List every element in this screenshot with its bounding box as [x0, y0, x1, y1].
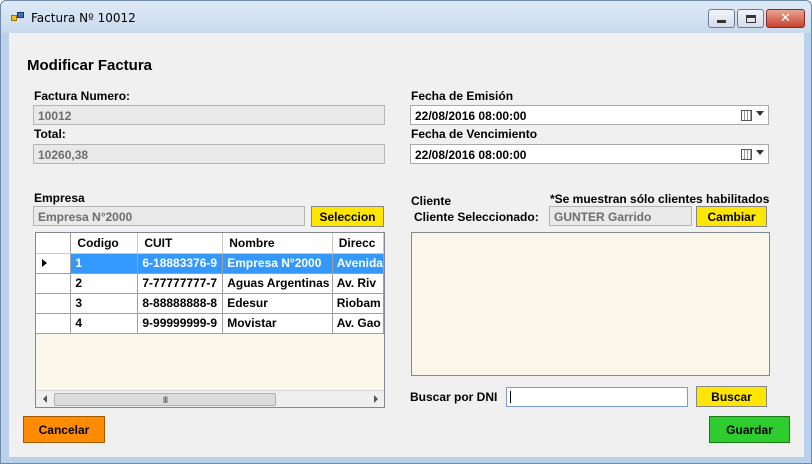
form-body: Modificar Factura Factura Numero: 10012 …: [9, 33, 804, 457]
window-title: Factura Nº 10012: [31, 11, 136, 25]
column-header-cuit[interactable]: CUIT: [137, 233, 224, 254]
row-header[interactable]: [36, 313, 72, 334]
factura-numero-label: Factura Numero:: [34, 89, 131, 103]
cell-codigo[interactable]: 3: [70, 293, 139, 314]
chevron-down-icon[interactable]: [756, 150, 764, 155]
scroll-right-button[interactable]: [367, 391, 384, 407]
cell-codigo[interactable]: 2: [70, 273, 139, 294]
chevron-down-icon[interactable]: [756, 111, 764, 116]
grid-horizontal-scrollbar[interactable]: III: [36, 390, 384, 407]
cell-cuit[interactable]: 9-99999999-9: [137, 313, 224, 334]
column-header-nombre[interactable]: Nombre: [222, 233, 333, 254]
cell-nombre[interactable]: Empresa N°2000: [222, 253, 333, 274]
cell-codigo[interactable]: 4: [70, 313, 139, 334]
scroll-thumb[interactable]: III: [54, 393, 276, 406]
empresa-label: Empresa: [34, 191, 85, 205]
close-icon: ✕: [780, 11, 791, 26]
fecha-emision-picker[interactable]: 22/08/2016 08:00:00: [410, 105, 769, 125]
table-row[interactable]: 4 9-99999999-9 Movistar Av. Gao: [36, 313, 384, 334]
calendar-icon[interactable]: [741, 149, 752, 160]
table-row[interactable]: 3 8-88888888-8 Edesur Riobam: [36, 293, 384, 314]
factura-numero-field: 10012: [33, 105, 385, 125]
row-header[interactable]: [36, 293, 72, 314]
empresa-grid[interactable]: Codigo CUIT Nombre Direcc 1 6-18883376-9…: [35, 232, 385, 408]
page-title: Modificar Factura: [27, 57, 153, 74]
buscar-button[interactable]: Buscar: [696, 386, 767, 407]
column-header-codigo[interactable]: Codigo: [70, 233, 139, 254]
text-caret: [510, 391, 511, 403]
save-button[interactable]: Guardar: [709, 416, 790, 443]
cell-nombre[interactable]: Edesur: [222, 293, 333, 314]
app-icon: [11, 12, 25, 24]
cell-nombre[interactable]: Aguas Argentinas: [222, 273, 333, 294]
row-header-corner: [36, 233, 72, 254]
empresa-table: Codigo CUIT Nombre Direcc 1 6-18883376-9…: [36, 233, 384, 334]
calendar-icon[interactable]: [741, 110, 752, 121]
row-header[interactable]: [36, 253, 72, 274]
chevron-left-icon: [42, 395, 47, 403]
total-label: Total:: [34, 127, 66, 141]
chevron-right-icon: [373, 395, 378, 403]
cell-cuit[interactable]: 8-88888888-8: [137, 293, 224, 314]
cliente-label: Cliente: [411, 194, 452, 208]
total-field: 10260,38: [33, 144, 385, 164]
cell-direccion[interactable]: Av. Riv: [332, 273, 384, 294]
clientes-habilitados-note: *Se muestran sólo clientes habilitados: [550, 192, 770, 206]
fecha-vencimiento-picker[interactable]: 22/08/2016 08:00:00: [410, 144, 769, 164]
maximize-icon: [745, 14, 756, 23]
minimize-icon: [717, 20, 726, 23]
seleccion-button[interactable]: Seleccion: [311, 206, 384, 227]
cliente-selected-field: GUNTER Garrido: [549, 206, 692, 226]
fecha-vencimiento-value: 22/08/2016 08:00:00: [415, 148, 527, 162]
table-row[interactable]: 2 7-77777777-7 Aguas Argentinas Av. Riv: [36, 273, 384, 294]
fecha-vencimiento-label: Fecha de Vencimiento: [411, 127, 538, 141]
title-bar[interactable]: Factura Nº 10012 ✕: [1, 1, 811, 33]
table-header-row: Codigo CUIT Nombre Direcc: [36, 233, 384, 254]
dni-search-input[interactable]: [506, 387, 688, 407]
cliente-seleccionado-label: Cliente Seleccionado:: [414, 210, 539, 224]
empresa-selected-field: Empresa N°2000: [33, 206, 305, 226]
cell-codigo[interactable]: 1: [70, 253, 139, 274]
table-row[interactable]: 1 6-18883376-9 Empresa N°2000 Avenida: [36, 253, 384, 274]
row-header[interactable]: [36, 273, 72, 294]
maximize-button[interactable]: [737, 9, 764, 28]
cell-direccion[interactable]: Av. Gao: [332, 313, 384, 334]
cliente-panel: [411, 232, 770, 376]
cell-direccion[interactable]: Riobam: [332, 293, 384, 314]
column-header-direccion[interactable]: Direcc: [332, 233, 384, 254]
close-button[interactable]: ✕: [766, 9, 805, 28]
cancel-button[interactable]: Cancelar: [23, 416, 105, 443]
scroll-left-button[interactable]: [36, 391, 53, 407]
buscar-dni-label: Buscar por DNI: [410, 390, 498, 404]
cell-cuit[interactable]: 7-77777777-7: [137, 273, 224, 294]
fecha-emision-value: 22/08/2016 08:00:00: [415, 109, 527, 123]
current-row-icon: [42, 259, 47, 267]
invoice-window: Factura Nº 10012 ✕ Modificar Factura Fac…: [0, 0, 812, 464]
fecha-emision-label: Fecha de Emisión: [411, 89, 514, 103]
cell-direccion[interactable]: Avenida: [332, 253, 384, 274]
cell-cuit[interactable]: 6-18883376-9: [137, 253, 224, 274]
cell-nombre[interactable]: Movistar: [222, 313, 333, 334]
minimize-button[interactable]: [708, 9, 735, 28]
cambiar-button[interactable]: Cambiar: [696, 206, 767, 227]
